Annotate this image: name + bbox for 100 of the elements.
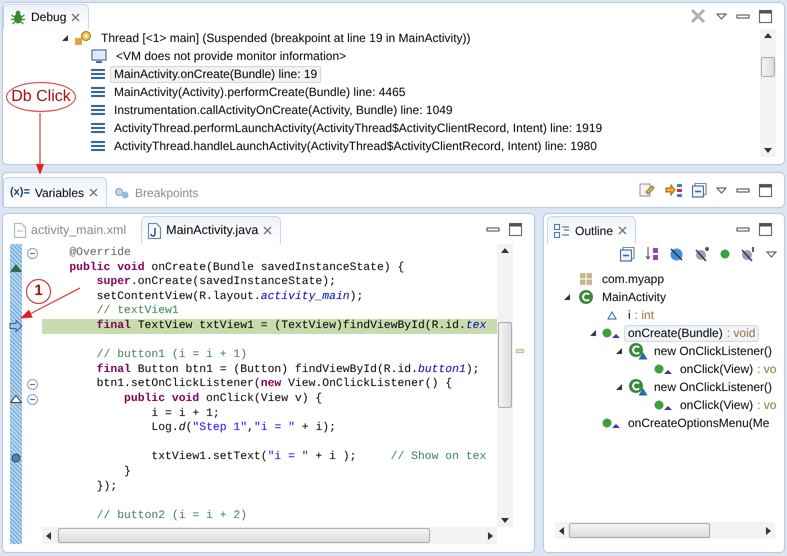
anonymous-class-icon — [628, 378, 648, 396]
stack-frame-icon — [91, 68, 105, 80]
scroll-thumb[interactable] — [569, 523, 710, 538]
thread-label[interactable]: Thread [<1> main] (Suspended (breakpoint at line 19 in MainActivity)) — [97, 30, 475, 46]
overview-marker — [516, 349, 524, 353]
maximize-icon[interactable] — [759, 222, 772, 236]
scroll-thumb[interactable] — [58, 528, 430, 543]
outline-item[interactable]: onCreateOptionsMenu(Me — [624, 414, 774, 432]
vertical-scrollbar[interactable] — [497, 244, 513, 527]
code-line: // button1 (i = i + 1) — [96, 348, 248, 363]
outline-item[interactable]: com.myapp — [598, 270, 668, 288]
fold-icon[interactable] — [26, 379, 38, 390]
fold-icon[interactable] — [26, 248, 38, 259]
code-line: final Button btn1 = (Button) findViewById(R.id.button1); — [96, 362, 480, 378]
code-line: super.onCreate(savedInstanceState); — [96, 275, 337, 290]
stack-frame[interactable]: MainActivity(Activity).performCreate(Bundle) line: 4465 — [110, 84, 410, 100]
expander-icon[interactable] — [61, 34, 69, 42]
arrow — [36, 112, 44, 175]
horizontal-scrollbar[interactable] — [555, 522, 775, 539]
bug-icon — [10, 9, 26, 25]
close-icon[interactable] — [618, 226, 628, 235]
maximize-icon[interactable] — [759, 184, 772, 196]
scroll-left-icon[interactable] — [46, 532, 51, 540]
outline-tab[interactable]: Outline — [547, 216, 636, 244]
code-line: // button2 (i = i + 2) — [96, 508, 248, 524]
stack-frame-icon — [91, 140, 105, 152]
scroll-left-icon[interactable] — [559, 526, 564, 534]
file-tab[interactable]: MainActivity.java — [141, 216, 282, 244]
thread-icon — [74, 30, 92, 46]
java-file-icon — [148, 222, 162, 238]
code-line: } — [123, 464, 132, 480]
outline-item[interactable]: MainActivity — [598, 288, 670, 306]
maximize-icon[interactable] — [759, 10, 772, 22]
view-menu-icon[interactable] — [716, 186, 727, 194]
step-number: 1 — [26, 279, 51, 304]
minimize-icon[interactable] — [736, 14, 750, 18]
view-menu-icon[interactable] — [716, 12, 727, 20]
stack-frame[interactable]: ActivityThread.performLaunchActivity(ActivityThread$ActivityClientRecord, Intent) line: 1919 — [110, 120, 606, 136]
outline-item[interactable]: onCreate(Bundle) : void — [624, 324, 760, 342]
scroll-thumb[interactable] — [761, 57, 775, 77]
outline-item[interactable]: onClick(View) : vo — [676, 360, 780, 378]
minimize-icon[interactable] — [486, 226, 500, 232]
code-line: i = i + 1; — [150, 406, 221, 422]
outline-item[interactable]: new OnClickListener() — [650, 342, 776, 360]
monitor-icon — [91, 48, 107, 64]
package-icon — [580, 273, 592, 285]
variables-tab[interactable]: (x)= Variables — [3, 177, 108, 207]
method-icon — [654, 363, 674, 375]
outline-item[interactable]: onClick(View) : vo — [676, 396, 780, 414]
class-icon — [578, 289, 594, 305]
collapse-all-icon[interactable] — [620, 246, 635, 262]
hide-local-types-icon[interactable] — [740, 246, 756, 262]
public-member-icon[interactable] — [720, 249, 730, 259]
code-line: setContentView(R.layout.activity_main); — [96, 290, 364, 304]
scroll-up-icon[interactable] — [501, 248, 509, 253]
tree-arrow-icon[interactable] — [665, 182, 683, 198]
monitor-info[interactable]: <VM does not provide monitor information> — [112, 48, 350, 64]
minimize-icon[interactable] — [736, 226, 750, 232]
scroll-right-icon[interactable] — [766, 526, 771, 534]
vertical-scrollbar[interactable] — [760, 29, 776, 157]
expander-icon[interactable] — [615, 383, 623, 391]
hide-fields-icon[interactable] — [669, 246, 684, 262]
code-line: }); — [96, 480, 118, 494]
breakpoints-icon — [114, 186, 130, 198]
stack-frame-icon — [91, 104, 105, 116]
maximize-icon[interactable] — [509, 222, 522, 236]
outline-item[interactable]: new OnClickListener() — [650, 378, 776, 396]
code-line: // textView1 — [96, 304, 180, 319]
debug-tab[interactable]: Debug — [3, 4, 90, 29]
stack-frame[interactable]: ActivityThread.handleLaunchActivity(ActivityThread$ActivityClientRecord, Intent) line: 1980 — [110, 138, 601, 154]
scroll-right-icon[interactable] — [488, 532, 493, 540]
scroll-down-icon[interactable] — [764, 148, 772, 153]
view-menu-icon[interactable] — [766, 250, 777, 258]
collapse-all-icon[interactable] — [692, 182, 707, 198]
scroll-up-icon[interactable] — [764, 33, 772, 38]
stack-frame[interactable]: MainActivity.onCreate(Bundle) line: 19 — [110, 66, 322, 82]
xml-file-icon — [14, 223, 26, 238]
outline-item[interactable]: i : int — [624, 306, 658, 324]
method-icon — [654, 399, 674, 411]
expander-icon[interactable] — [589, 329, 597, 337]
code-line: @Override — [68, 246, 132, 261]
stack-frame-icon — [91, 122, 105, 134]
hide-static-icon[interactable] — [694, 246, 710, 262]
code-line: public void onCreate(Bundle savedInstanceState) { — [68, 260, 406, 276]
expander-icon[interactable] — [563, 293, 571, 301]
scroll-thumb[interactable] — [498, 322, 512, 408]
stack-frame[interactable]: Instrumentation.callActivityOnCreate(Activity, Bundle) line: 1049 — [110, 102, 457, 118]
close-icon[interactable] — [263, 226, 272, 235]
code-line: public void onClick(View v) { — [123, 392, 324, 407]
method-icon — [602, 327, 622, 339]
fold-icon[interactable] — [26, 394, 38, 405]
show-type-icon[interactable] — [638, 182, 656, 198]
expander-icon[interactable] — [615, 347, 623, 355]
code-line: Log.d("Step 1","i = " + i); — [150, 421, 337, 436]
scroll-down-icon[interactable] — [501, 518, 509, 523]
close-icon[interactable] — [71, 12, 80, 22]
horizontal-scrollbar[interactable] — [42, 527, 497, 544]
close-icon[interactable] — [89, 188, 98, 197]
sort-icon[interactable] — [645, 246, 659, 262]
minimize-icon[interactable] — [736, 188, 750, 192]
